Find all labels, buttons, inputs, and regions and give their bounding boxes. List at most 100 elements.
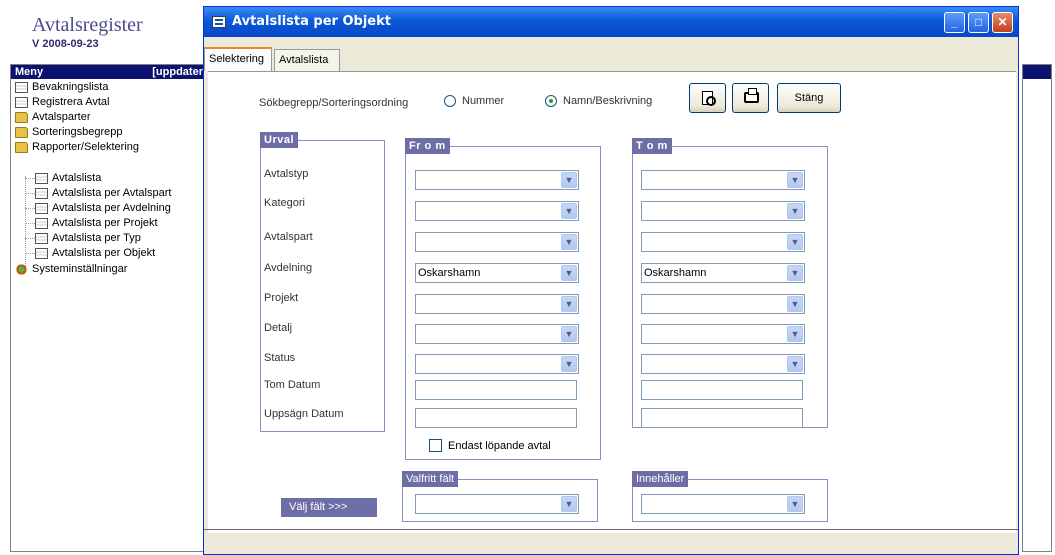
from-avdelning-select[interactable]: Oskarshamn ▼ [415, 263, 579, 283]
chevron-down-icon[interactable]: ▼ [787, 496, 803, 512]
to-kategori-select[interactable]: ▼ [641, 201, 805, 221]
from-avtalspart-select[interactable]: ▼ [415, 232, 579, 252]
tree-item-avtalslista-objekt[interactable]: Avtalslista per Objekt [35, 246, 155, 261]
tree-item-avtalslista[interactable]: Avtalslista [35, 171, 101, 186]
tree-item-rapporter[interactable]: Rapporter/Selektering [15, 140, 139, 155]
from-projekt-select[interactable]: ▼ [415, 294, 579, 314]
chevron-down-icon[interactable]: ▼ [561, 203, 577, 219]
endast-lopande-checkbox[interactable]: Endast löpande avtal [429, 439, 551, 452]
from-uppsagn-datum-input[interactable] [415, 408, 577, 428]
chevron-down-icon[interactable]: ▼ [787, 203, 803, 219]
document-icon [35, 188, 48, 199]
chevron-down-icon[interactable]: ▼ [561, 296, 577, 312]
field-label-kategori: Kategori [264, 197, 305, 209]
dialog-title: Avtalslista per Objekt [232, 14, 391, 29]
right-panel-header [1023, 65, 1051, 79]
tab-selektering[interactable]: Selektering [204, 47, 272, 71]
to-tom-datum-input[interactable] [641, 380, 803, 400]
document-icon [35, 203, 48, 214]
close-button[interactable]: Stäng [777, 83, 841, 113]
to-detalj-select[interactable]: ▼ [641, 324, 805, 344]
to-status-select[interactable]: ▼ [641, 354, 805, 374]
tab-avtalslista[interactable]: Avtalslista [274, 49, 340, 71]
folder-open-icon [15, 142, 28, 153]
sort-order-label: Sökbegrepp/Sorteringsordning [259, 97, 409, 109]
maximize-button[interactable]: □ [968, 12, 989, 33]
chevron-down-icon[interactable]: ▼ [561, 234, 577, 250]
field-label-avtalstyp: Avtalstyp [264, 168, 309, 180]
tree-item-sorteringsbegrepp[interactable]: Sorteringsbegrepp [15, 125, 123, 140]
window-icon [212, 16, 226, 28]
to-projekt-select[interactable]: ▼ [641, 294, 805, 314]
chevron-down-icon[interactable]: ▼ [561, 356, 577, 372]
tree-item-bevakningslista[interactable]: Bevakningslista [15, 80, 108, 95]
tree-item-systeminstallningar[interactable]: Systeminställningar [15, 262, 127, 277]
close-window-button[interactable]: ✕ [992, 12, 1013, 33]
valfritt-falt-select[interactable]: ▼ [415, 494, 579, 514]
chevron-down-icon[interactable]: ▼ [787, 296, 803, 312]
chevron-down-icon[interactable]: ▼ [561, 265, 577, 281]
radio-namn-beskrivning[interactable]: Namn/Beskrivning [545, 95, 652, 107]
field-label-avtalspart: Avtalspart [264, 231, 313, 243]
menu-header-label: Meny [15, 66, 44, 78]
checkbox-box[interactable] [429, 439, 442, 452]
field-label-projekt: Projekt [264, 292, 299, 304]
field-label-detalj: Detalj [264, 322, 293, 334]
document-icon [15, 82, 28, 93]
print-preview-button[interactable] [689, 83, 726, 113]
menu-header-update[interactable]: [uppdater [152, 65, 203, 79]
chevron-down-icon[interactable]: ▼ [561, 172, 577, 188]
print-button[interactable] [732, 83, 769, 113]
to-avtalspart-select[interactable]: ▼ [641, 232, 805, 252]
field-label-status: Status [264, 352, 296, 364]
app-title: Avtalsregister [32, 14, 143, 36]
tree-item-avtalslista-typ[interactable]: Avtalslista per Typ [35, 231, 141, 246]
document-icon [35, 173, 48, 184]
tree-item-avtalsparter[interactable]: Avtalsparter [15, 110, 91, 125]
to-avtalstyp-select[interactable]: ▼ [641, 170, 805, 190]
chevron-down-icon[interactable]: ▼ [561, 496, 577, 512]
menu-header: Meny [uppdater [11, 65, 207, 79]
chevron-down-icon[interactable]: ▼ [561, 326, 577, 342]
list-icon [15, 97, 28, 108]
right-panel [1022, 64, 1052, 552]
radio-dot-selected [545, 95, 557, 107]
tree-item-registrera-avtal[interactable]: Registrera Avtal [15, 95, 109, 110]
innehaller-label: Innehåller [632, 471, 689, 487]
tab-pane-divider [204, 529, 1018, 530]
to-group-label: T o m [632, 138, 672, 154]
from-avtalstyp-select[interactable]: ▼ [415, 170, 579, 190]
valfritt-falt-label: Valfritt fält [402, 471, 459, 487]
radio-nummer[interactable]: Nummer [444, 95, 504, 107]
innehaller-select[interactable]: ▼ [641, 494, 805, 514]
field-label-uppsagn-datum: Uppsägn Datum [264, 408, 344, 420]
field-label-tom-datum: Tom Datum [264, 379, 321, 391]
from-group-label: Fr o m [405, 138, 450, 154]
chevron-down-icon[interactable]: ▼ [787, 172, 803, 188]
chevron-down-icon[interactable]: ▼ [787, 326, 803, 342]
radio-dot [444, 95, 456, 107]
chevron-down-icon[interactable]: ▼ [787, 356, 803, 372]
minimize-button[interactable]: _ [944, 12, 965, 33]
tree-item-avtalslista-avdelning[interactable]: Avtalslista per Avdelning [35, 201, 171, 216]
document-icon [35, 233, 48, 244]
to-uppsagn-datum-input[interactable] [641, 408, 803, 428]
from-detalj-select[interactable]: ▼ [415, 324, 579, 344]
folder-icon [15, 112, 28, 123]
printer-icon [744, 88, 759, 103]
tree-item-avtalslista-avtalspart[interactable]: Avtalslista per Avtalspart [35, 186, 171, 201]
from-kategori-select[interactable]: ▼ [415, 201, 579, 221]
choose-field-button[interactable]: Välj fält >>> [281, 498, 377, 517]
to-avdelning-select[interactable]: Oskarshamn ▼ [641, 263, 805, 283]
document-icon [35, 218, 48, 229]
from-tom-datum-input[interactable] [415, 380, 577, 400]
print-preview-icon [702, 91, 716, 106]
gear-icon [15, 264, 28, 275]
dialog-titlebar[interactable]: Avtalslista per Objekt _ □ ✕ [204, 7, 1018, 37]
chevron-down-icon[interactable]: ▼ [787, 265, 803, 281]
tree-item-avtalslista-projekt[interactable]: Avtalslista per Projekt [35, 216, 158, 231]
app-version: V 2008-09-23 [32, 38, 99, 50]
field-label-avdelning: Avdelning [264, 262, 313, 274]
chevron-down-icon[interactable]: ▼ [787, 234, 803, 250]
from-status-select[interactable]: ▼ [415, 354, 579, 374]
